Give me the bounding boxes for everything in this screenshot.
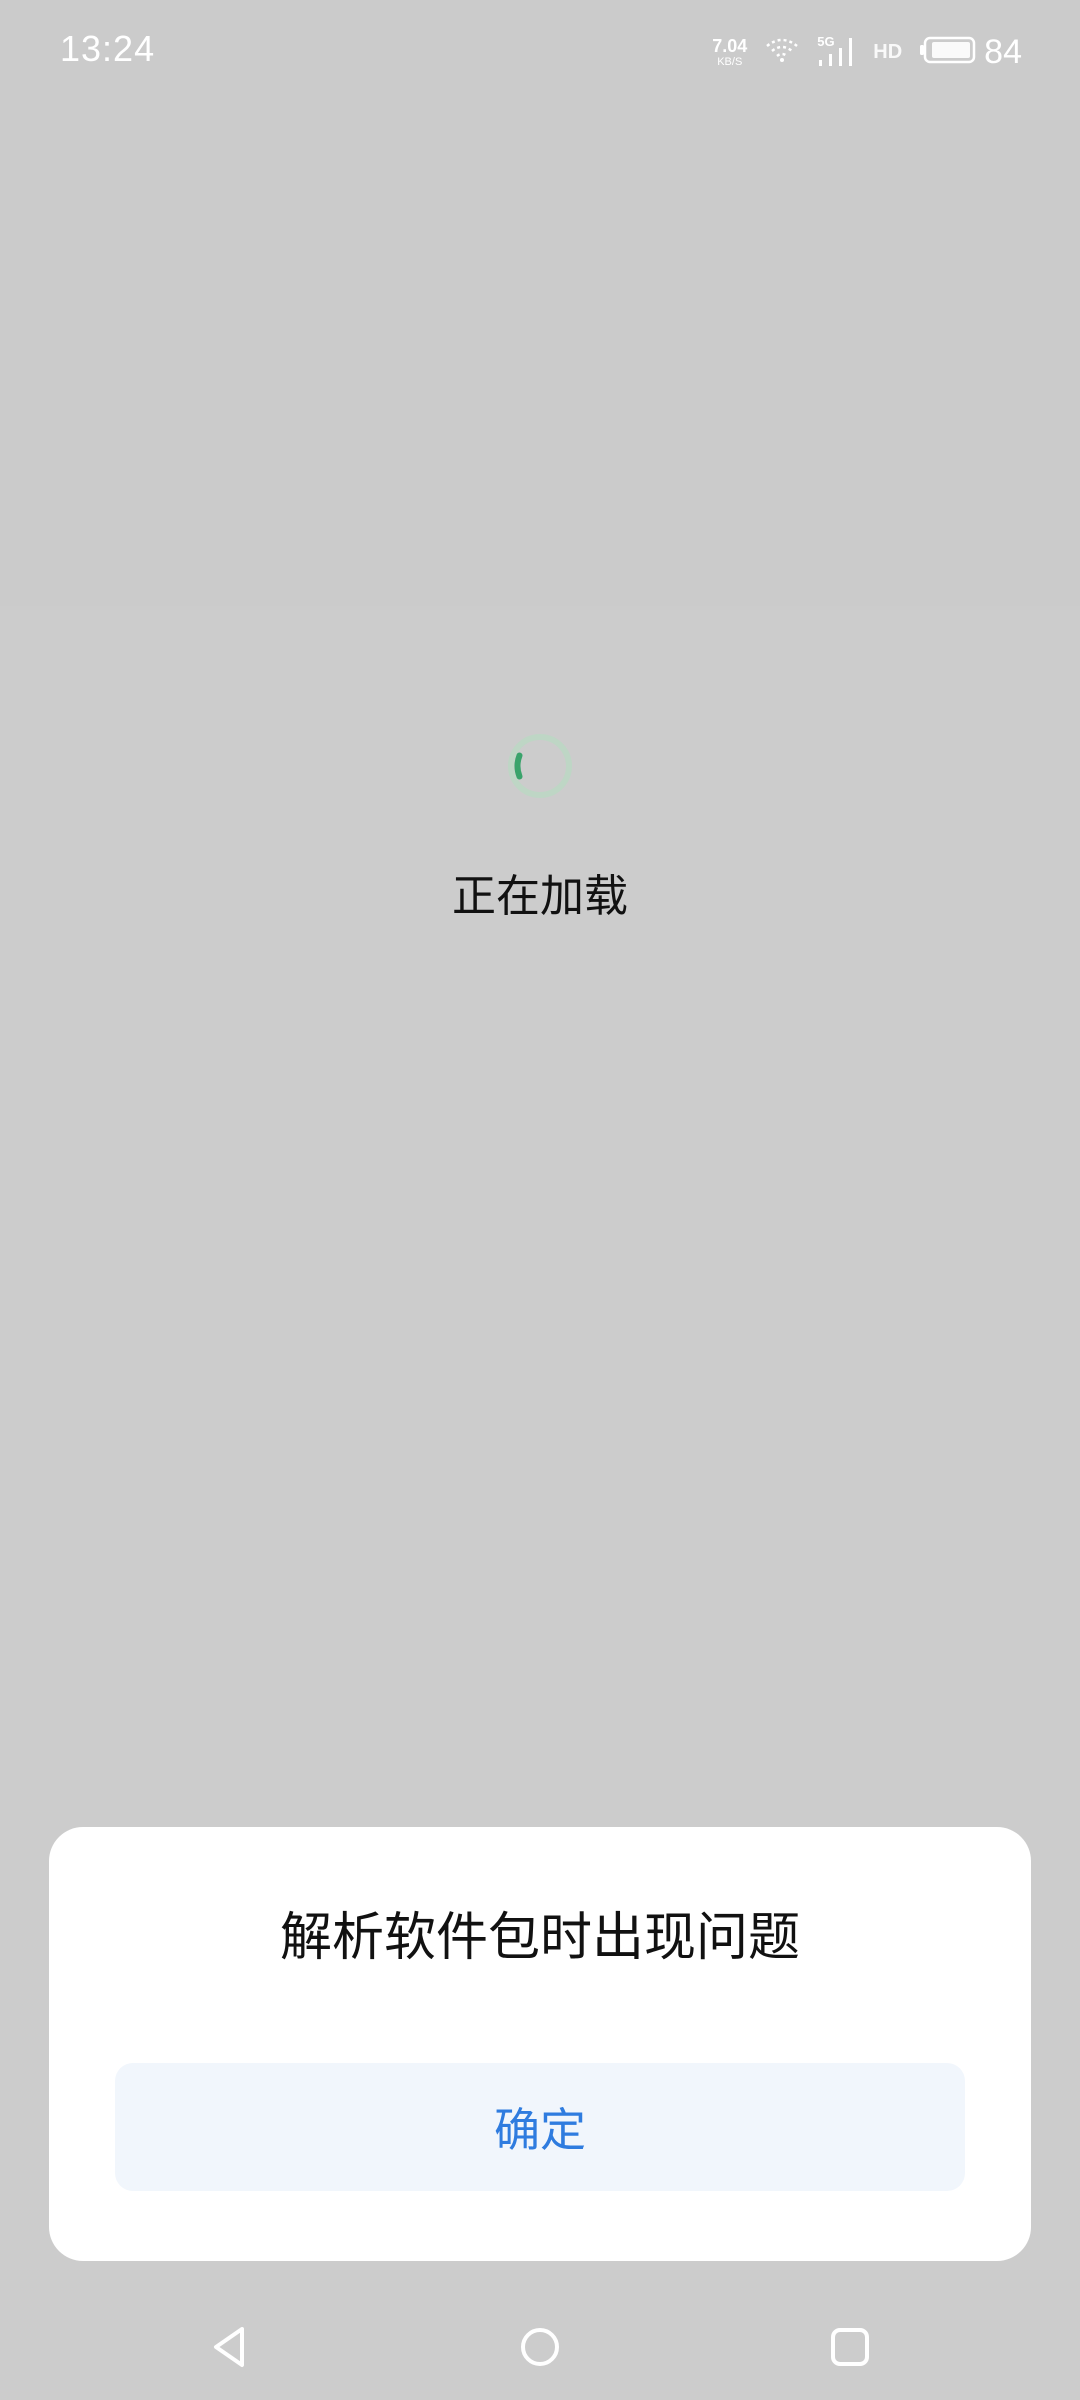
home-icon[interactable]: [515, 2322, 565, 2372]
battery-percent: 84: [984, 32, 1022, 71]
loading-text: 正在加载: [452, 871, 628, 922]
loading-area: 正在加载: [0, 730, 1080, 924]
status-time: 13:24: [60, 28, 156, 69]
network-speed-value: 7.04: [712, 35, 748, 56]
wifi-icon: [765, 37, 799, 67]
status-icons: 7.04 KB/S 5G HD 84: [712, 24, 1022, 80]
navigation-bar: [0, 2310, 1080, 2400]
recents-icon[interactable]: [825, 2322, 875, 2372]
dialog-title: 解析软件包时出现问题: [279, 1908, 800, 1968]
network-speed: 7.04 KB/S: [712, 37, 747, 68]
network-speed-unit: KB/S: [717, 55, 743, 68]
signal-icon: 5G: [817, 34, 855, 70]
battery: 84: [920, 33, 1022, 72]
error-dialog: 解析软件包时出现问题 确定: [49, 1827, 1031, 2261]
confirm-button[interactable]: 确定: [115, 2063, 965, 2191]
hd-label: HD: [873, 40, 903, 63]
battery-icon: [920, 36, 976, 68]
status-bar: 13:24 7.04 KB/S 5G HD 84: [0, 0, 1080, 100]
loading-spinner-icon: [508, 734, 572, 798]
back-icon[interactable]: [205, 2322, 255, 2372]
